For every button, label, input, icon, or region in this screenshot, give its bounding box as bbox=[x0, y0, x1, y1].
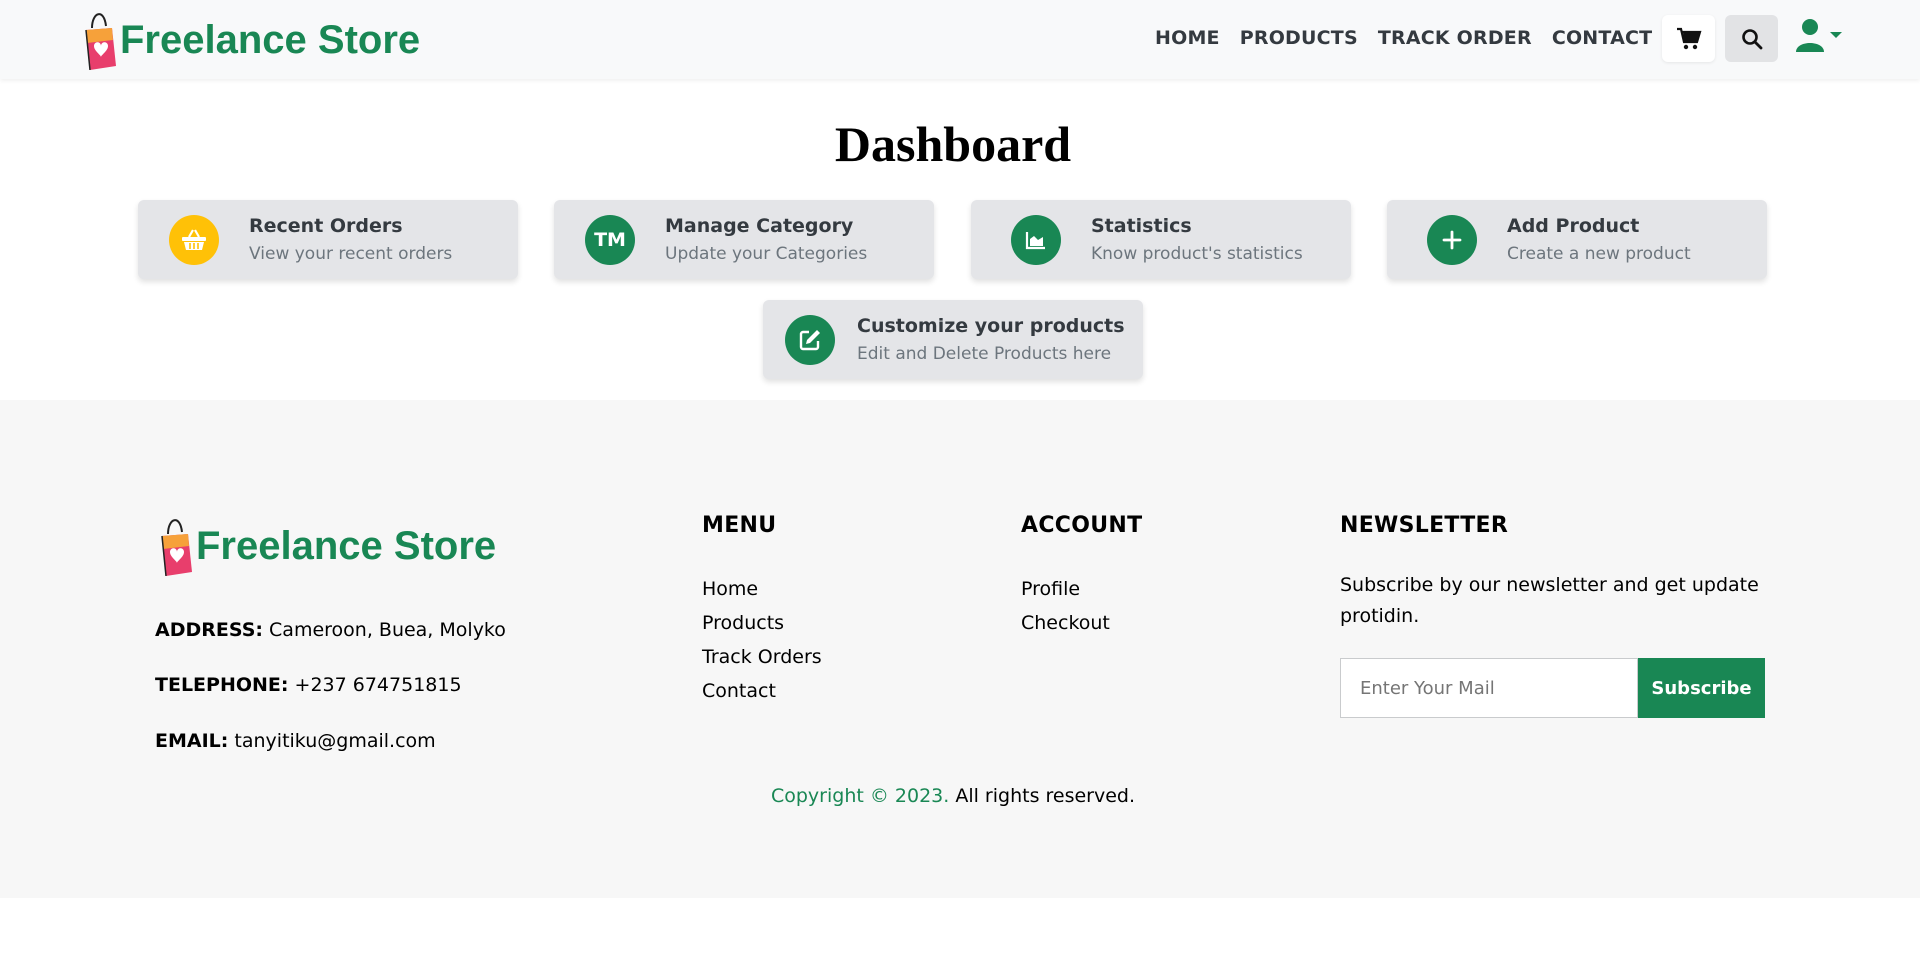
footer-link-home[interactable]: Home bbox=[702, 578, 822, 612]
subscribe-button[interactable]: Subscribe bbox=[1638, 658, 1765, 718]
newsletter-heading: NEWSLETTER bbox=[1340, 513, 1509, 538]
footer-email: EMAIL: tanyitiku@gmail.com bbox=[155, 730, 436, 752]
footer-account-list: Profile Checkout bbox=[1021, 578, 1110, 646]
copyright: Copyright © 2023. All rights reserved. bbox=[0, 785, 1906, 807]
shopping-bag-logo-icon bbox=[85, 13, 116, 70]
nav-products[interactable]: PRODUCTS bbox=[1240, 27, 1358, 49]
card-subtitle: Edit and Delete Products here bbox=[857, 343, 1112, 364]
footer-link-profile[interactable]: Profile bbox=[1021, 578, 1110, 612]
copyright-year: Copyright © 2023. bbox=[770, 785, 950, 807]
chart-area-icon bbox=[1011, 214, 1061, 265]
footer-address: ADDRESS: Cameroon, Buea, Molyko bbox=[155, 619, 506, 641]
address-value: Cameroon, Buea, Molyko bbox=[269, 619, 506, 641]
card-subtitle: Know product's statistics bbox=[1091, 243, 1303, 264]
brand-name: Freelance Store bbox=[120, 18, 421, 62]
newsletter-description: Subscribe by our newsletter and get upda… bbox=[1340, 574, 1759, 627]
search-icon bbox=[1741, 28, 1762, 49]
footer-link-track-orders[interactable]: Track Orders bbox=[702, 646, 822, 680]
card-subtitle: View your recent orders bbox=[249, 243, 453, 264]
page-title: Dashboard bbox=[834, 116, 1072, 172]
footer: Freelance Store ADDRESS: Cameroon, Buea,… bbox=[0, 400, 1920, 898]
menu-heading: MENU bbox=[702, 513, 777, 538]
telephone-label: TELEPHONE: bbox=[155, 674, 289, 696]
nav-contact[interactable]: CONTACT bbox=[1552, 27, 1653, 49]
navbar: Freelance Store HOME PRODUCTS TRACK ORDE… bbox=[0, 0, 1920, 79]
card-subtitle: Update your Categories bbox=[665, 243, 868, 264]
card-subtitle: Create a new product bbox=[1507, 243, 1691, 264]
card-recent-orders[interactable]: Recent Orders View your recent orders bbox=[138, 200, 518, 279]
footer-brand-name: Freelance Store bbox=[196, 524, 497, 568]
caret-down-icon bbox=[1830, 32, 1842, 38]
shopping-bag-logo-icon bbox=[161, 519, 192, 576]
main-nav: HOME PRODUCTS TRACK ORDER CONTACT bbox=[1155, 27, 1672, 49]
account-heading: ACCOUNT bbox=[1021, 513, 1143, 538]
edit-icon bbox=[785, 314, 835, 365]
footer-link-contact[interactable]: Contact bbox=[702, 680, 822, 714]
nav-home[interactable]: HOME bbox=[1155, 27, 1220, 49]
footer-link-checkout[interactable]: Checkout bbox=[1021, 612, 1110, 646]
card-manage-category[interactable]: TM Manage Category Update your Categorie… bbox=[554, 200, 934, 279]
footer-brand[interactable]: Freelance Store bbox=[158, 512, 496, 576]
trademark-icon: TM bbox=[585, 214, 635, 265]
telephone-value: +237 674751815 bbox=[294, 674, 462, 696]
footer-menu-list: Home Products Track Orders Contact bbox=[702, 578, 822, 714]
card-title: Recent Orders bbox=[249, 214, 403, 237]
plus-icon bbox=[1427, 214, 1477, 265]
cart-icon bbox=[1676, 27, 1701, 49]
user-menu-toggle[interactable] bbox=[1795, 18, 1843, 52]
card-add-product[interactable]: Add Product Create a new product bbox=[1387, 200, 1767, 279]
nav-track-order[interactable]: TRACK ORDER bbox=[1378, 27, 1532, 49]
email-label: EMAIL: bbox=[155, 730, 229, 752]
card-title: Manage Category bbox=[665, 214, 854, 237]
email-value: tanyitiku@gmail.com bbox=[234, 730, 436, 752]
footer-telephone: TELEPHONE: +237 674751815 bbox=[155, 674, 462, 696]
card-statistics[interactable]: Statistics Know product's statistics bbox=[971, 200, 1351, 279]
card-title: Add Product bbox=[1507, 214, 1640, 237]
card-customize-products[interactable]: Customize your products Edit and Delete … bbox=[763, 300, 1143, 379]
user-icon bbox=[1796, 19, 1824, 52]
search-button[interactable] bbox=[1725, 15, 1778, 62]
card-title: Statistics bbox=[1091, 214, 1192, 237]
basket-icon bbox=[169, 214, 219, 265]
footer-link-products[interactable]: Products bbox=[702, 612, 822, 646]
card-title: Customize your products bbox=[857, 314, 1125, 337]
cart-button[interactable] bbox=[1662, 15, 1715, 62]
newsletter-email-input[interactable] bbox=[1340, 658, 1638, 718]
copyright-rights: All rights reserved. bbox=[955, 785, 1136, 807]
address-label: ADDRESS: bbox=[155, 619, 263, 641]
brand-logo-link[interactable]: Freelance Store bbox=[82, 6, 420, 70]
